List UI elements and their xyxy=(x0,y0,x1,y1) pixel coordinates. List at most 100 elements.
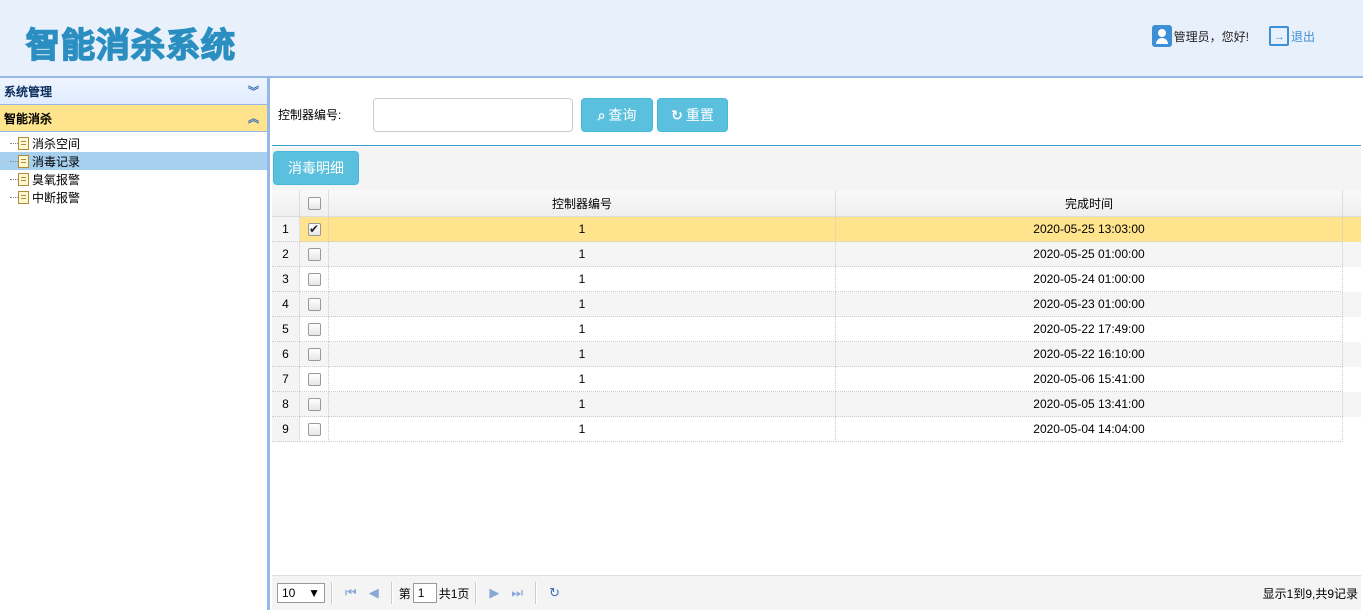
user-area: 管理员，您好! → 退出 xyxy=(1151,25,1315,47)
row-number: 5 xyxy=(272,317,300,342)
panel-title: 系统管理 xyxy=(4,84,53,99)
cell-finish-time: 2020-05-25 13:03:00 xyxy=(836,217,1343,242)
row-select-cell xyxy=(300,342,329,367)
cell-finish-time: 2020-05-24 01:00:00 xyxy=(836,267,1343,292)
panel-title: 智能消杀 xyxy=(4,111,53,126)
row-checkbox[interactable] xyxy=(307,347,321,361)
table-row[interactable]: 9 1 2020-05-04 14:04:00 xyxy=(272,417,1361,442)
separator xyxy=(331,582,333,604)
sidebar-item-ozone-alarm[interactable]: 臭氧报警 xyxy=(0,170,267,188)
row-checkbox[interactable]: ✔ xyxy=(307,222,321,236)
query-label: 查询 xyxy=(608,107,637,123)
app-logo: 智能消杀系统 xyxy=(25,25,236,67)
user-greeting: 管理员，您好! xyxy=(1173,29,1249,44)
table-row[interactable]: 2 1 2020-05-25 01:00:00 xyxy=(272,242,1361,267)
grid-body: 1 ✔ 1 2020-05-25 13:03:00 2 1 2020-05-25 01:00… xyxy=(272,217,1361,442)
nav-tree: 消杀空间 消毒记录 臭氧报警 中断报警 xyxy=(0,132,267,206)
separator xyxy=(475,582,478,604)
table-row[interactable]: 6 1 2020-05-22 16:10:00 xyxy=(272,342,1361,367)
column-header-finish-time[interactable]: 完成时间 xyxy=(836,190,1343,216)
controller-id-input[interactable] xyxy=(373,98,573,132)
disinfection-detail-button[interactable]: 消毒明细 xyxy=(273,151,359,185)
cell-finish-time: 2020-05-22 17:49:00 xyxy=(836,317,1343,342)
reset-label: 重置 xyxy=(685,107,714,123)
select-all-cell xyxy=(300,190,329,216)
table-row[interactable]: 8 1 2020-05-05 13:41:00 xyxy=(272,392,1361,417)
tree-line xyxy=(10,142,18,144)
double-chevron-down-icon[interactable]: ︾ xyxy=(248,83,259,99)
row-checkbox[interactable] xyxy=(307,322,321,336)
first-page-icon[interactable]: ⏮ xyxy=(345,585,357,601)
user-icon xyxy=(1151,25,1172,47)
row-select-cell xyxy=(300,317,329,342)
cell-controller-id: 1 xyxy=(329,267,836,292)
table-row[interactable]: 4 1 2020-05-23 01:00:00 xyxy=(272,292,1361,317)
row-checkbox[interactable] xyxy=(307,397,321,411)
double-chevron-up-icon[interactable]: ︽ xyxy=(248,110,259,126)
tree-line xyxy=(10,160,18,162)
row-checkbox[interactable] xyxy=(307,422,321,436)
panel-header-smart-disinfection[interactable]: 智能消杀 ︽ xyxy=(0,105,267,132)
logout-label: 退出 xyxy=(1290,29,1315,44)
row-number: 9 xyxy=(272,417,300,442)
row-checkbox[interactable] xyxy=(307,247,321,261)
separator xyxy=(535,582,538,604)
row-select-cell xyxy=(300,242,329,267)
pagination-bar: 10 ▼ ⏮ ◀ 第 1 共1页 ▶ ⏭ ↻ 显示1到9,共9记录 xyxy=(272,575,1361,610)
row-number: 1 xyxy=(272,217,300,242)
page-total: 共1页 xyxy=(438,586,470,601)
row-checkbox[interactable] xyxy=(307,272,321,286)
column-header-controller-id[interactable]: 控制器编号 xyxy=(329,190,836,216)
reset-button[interactable]: ↻ 重置 xyxy=(657,98,728,132)
grid-header: 控制器编号 完成时间 xyxy=(272,190,1361,217)
last-page-icon[interactable]: ⏭ xyxy=(511,585,523,601)
row-number: 2 xyxy=(272,242,300,267)
main-panel: 控制器编号: ⌕ 查询 ↻ 重置 消毒明细 控制器编号 完成时间 1 ✔ 1 2020… xyxy=(272,80,1361,610)
search-bar: 控制器编号: ⌕ 查询 ↻ 重置 xyxy=(272,80,1361,146)
tree-item-label: 中断报警 xyxy=(32,190,81,205)
prev-page-icon[interactable]: ◀ xyxy=(369,585,379,601)
page-number-input[interactable]: 1 xyxy=(412,583,437,603)
table-row[interactable]: 5 1 2020-05-22 17:49:00 xyxy=(272,317,1361,342)
tree-line xyxy=(10,196,18,198)
row-checkbox[interactable] xyxy=(307,372,321,386)
select-all-checkbox[interactable] xyxy=(307,196,321,210)
row-select-cell xyxy=(300,267,329,292)
app-header: 智能消杀系统 管理员，您好! → 退出 xyxy=(0,0,1363,78)
dropdown-arrow-icon: ▼ xyxy=(308,586,320,600)
row-select-cell xyxy=(300,392,329,417)
cell-controller-id: 1 xyxy=(329,317,836,342)
file-icon xyxy=(18,136,29,150)
logout-button[interactable]: → 退出 xyxy=(1268,26,1315,46)
page-size-value: 10 xyxy=(282,586,296,600)
refresh-page-icon[interactable]: ↻ xyxy=(549,585,560,601)
query-button[interactable]: ⌕ 查询 xyxy=(581,98,653,132)
header-filler xyxy=(1343,190,1361,216)
table-row[interactable]: 7 1 2020-05-06 15:41:00 xyxy=(272,367,1361,392)
sidebar: 系统管理 ︾ 智能消杀 ︽ 消杀空间 消毒记录 臭氧报警 中断报警 xyxy=(0,78,270,610)
panel-header-system-admin[interactable]: 系统管理 ︾ xyxy=(0,78,267,105)
file-icon xyxy=(18,190,29,204)
page-prefix: 第 xyxy=(398,586,411,601)
row-select-cell xyxy=(300,367,329,392)
tree-item-label: 消毒记录 xyxy=(32,154,81,169)
sidebar-item-disinfection-space[interactable]: 消杀空间 xyxy=(0,134,267,152)
row-checkbox[interactable] xyxy=(307,297,321,311)
tree-item-label: 臭氧报警 xyxy=(32,172,81,187)
table-row[interactable]: 1 ✔ 1 2020-05-25 13:03:00 xyxy=(272,217,1361,242)
sidebar-item-disinfection-records[interactable]: 消毒记录 xyxy=(0,152,267,170)
row-select-cell xyxy=(300,292,329,317)
page-size-select[interactable]: 10 ▼ xyxy=(277,583,325,603)
tree-item-label: 消杀空间 xyxy=(32,136,81,151)
cell-controller-id: 1 xyxy=(329,367,836,392)
sidebar-item-interrupt-alarm[interactable]: 中断报警 xyxy=(0,188,267,206)
cell-controller-id: 1 xyxy=(329,242,836,267)
records-grid: 控制器编号 完成时间 1 ✔ 1 2020-05-25 13:03:00 2 1 2020-… xyxy=(272,190,1361,442)
separator xyxy=(390,582,393,604)
next-page-icon[interactable]: ▶ xyxy=(489,585,499,601)
cell-finish-time: 2020-05-22 16:10:00 xyxy=(836,342,1343,367)
cell-controller-id: 1 xyxy=(329,392,836,417)
table-row[interactable]: 3 1 2020-05-24 01:00:00 xyxy=(272,267,1361,292)
row-number: 3 xyxy=(272,267,300,292)
detail-label: 消毒明细 xyxy=(288,160,344,176)
